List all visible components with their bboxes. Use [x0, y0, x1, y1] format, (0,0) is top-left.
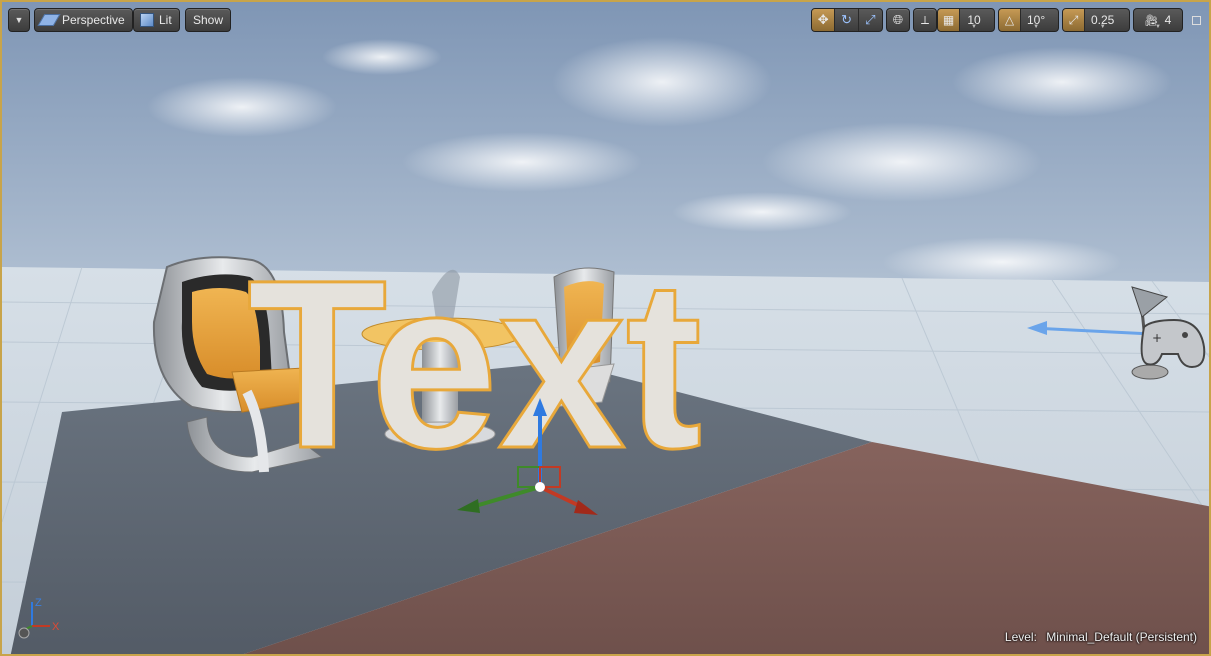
- level-viewport[interactable]: Text + Z X ▼ Perspective Lit Show ✥ ↻ ⤢ …: [0, 0, 1211, 656]
- lit-button[interactable]: Lit: [133, 8, 180, 32]
- move-icon: ✥: [817, 12, 829, 27]
- scale-mode-button[interactable]: ⤢: [859, 9, 882, 31]
- surface-snap-icon: ⟂: [920, 13, 929, 27]
- translate-mode-button[interactable]: ✥: [812, 9, 836, 31]
- angle-icon: △: [1004, 13, 1015, 27]
- viewport-options-button[interactable]: ▼: [8, 8, 30, 32]
- restore-icon: [1192, 16, 1201, 25]
- scale-icon: ⤢: [865, 12, 876, 27]
- maximize-viewport-button[interactable]: [1189, 13, 1203, 27]
- scale-snap-icon: ⤢: [1068, 12, 1079, 27]
- coordinate-system-button[interactable]: 🌐︎: [886, 8, 910, 32]
- globe-icon: 🌐︎: [892, 12, 904, 27]
- lit-label: Lit: [159, 13, 172, 27]
- chevron-down-icon: ▼: [14, 15, 24, 25]
- svg-text:+: +: [1152, 331, 1162, 345]
- camera-speed-group: 🎥︎ 4 ▼: [1133, 8, 1183, 32]
- level-key: Level:: [1004, 630, 1037, 644]
- grid-snap-value[interactable]: 10 ▼: [960, 9, 988, 31]
- level-name: Minimal_Default (Persistent): [1046, 630, 1197, 644]
- axis-z-label: Z: [35, 597, 42, 609]
- show-button[interactable]: Show: [185, 8, 232, 32]
- cube-icon: [140, 13, 154, 27]
- text-actor[interactable]: Text: [246, 229, 704, 500]
- camera-speed-button[interactable]: 🎥︎ 4 ▼: [1134, 9, 1182, 31]
- grid-icon: ▦: [942, 13, 955, 27]
- show-label: Show: [193, 13, 224, 27]
- rotation-snap-group: △ 10° ▼: [998, 8, 1059, 32]
- viewport-scene[interactable]: Text + Z X: [2, 2, 1211, 656]
- rotation-snap-toggle[interactable]: △: [999, 9, 1021, 31]
- perspective-button[interactable]: Perspective: [34, 8, 133, 32]
- scale-snap-group: ⤢ 0.25 ▼: [1062, 8, 1130, 32]
- scale-snap-value[interactable]: 0.25 ▼: [1085, 9, 1120, 31]
- level-status: Level: Minimal_Default (Persistent): [1005, 630, 1197, 644]
- surface-snapping-button[interactable]: ⟂: [913, 8, 937, 32]
- transform-mode-group: ✥ ↻ ⤢: [811, 8, 883, 32]
- grid-snap-toggle[interactable]: ▦: [938, 9, 960, 31]
- axis-x-label: X: [52, 621, 60, 633]
- rotate-icon: ↻: [841, 12, 852, 27]
- grid-snap-group: ▦ 10 ▼: [937, 8, 995, 32]
- rotate-mode-button[interactable]: ↻: [835, 9, 859, 31]
- scale-snap-toggle[interactable]: ⤢: [1063, 9, 1085, 31]
- perspective-label: Perspective: [62, 13, 125, 27]
- rotation-snap-value[interactable]: 10° ▼: [1021, 9, 1051, 31]
